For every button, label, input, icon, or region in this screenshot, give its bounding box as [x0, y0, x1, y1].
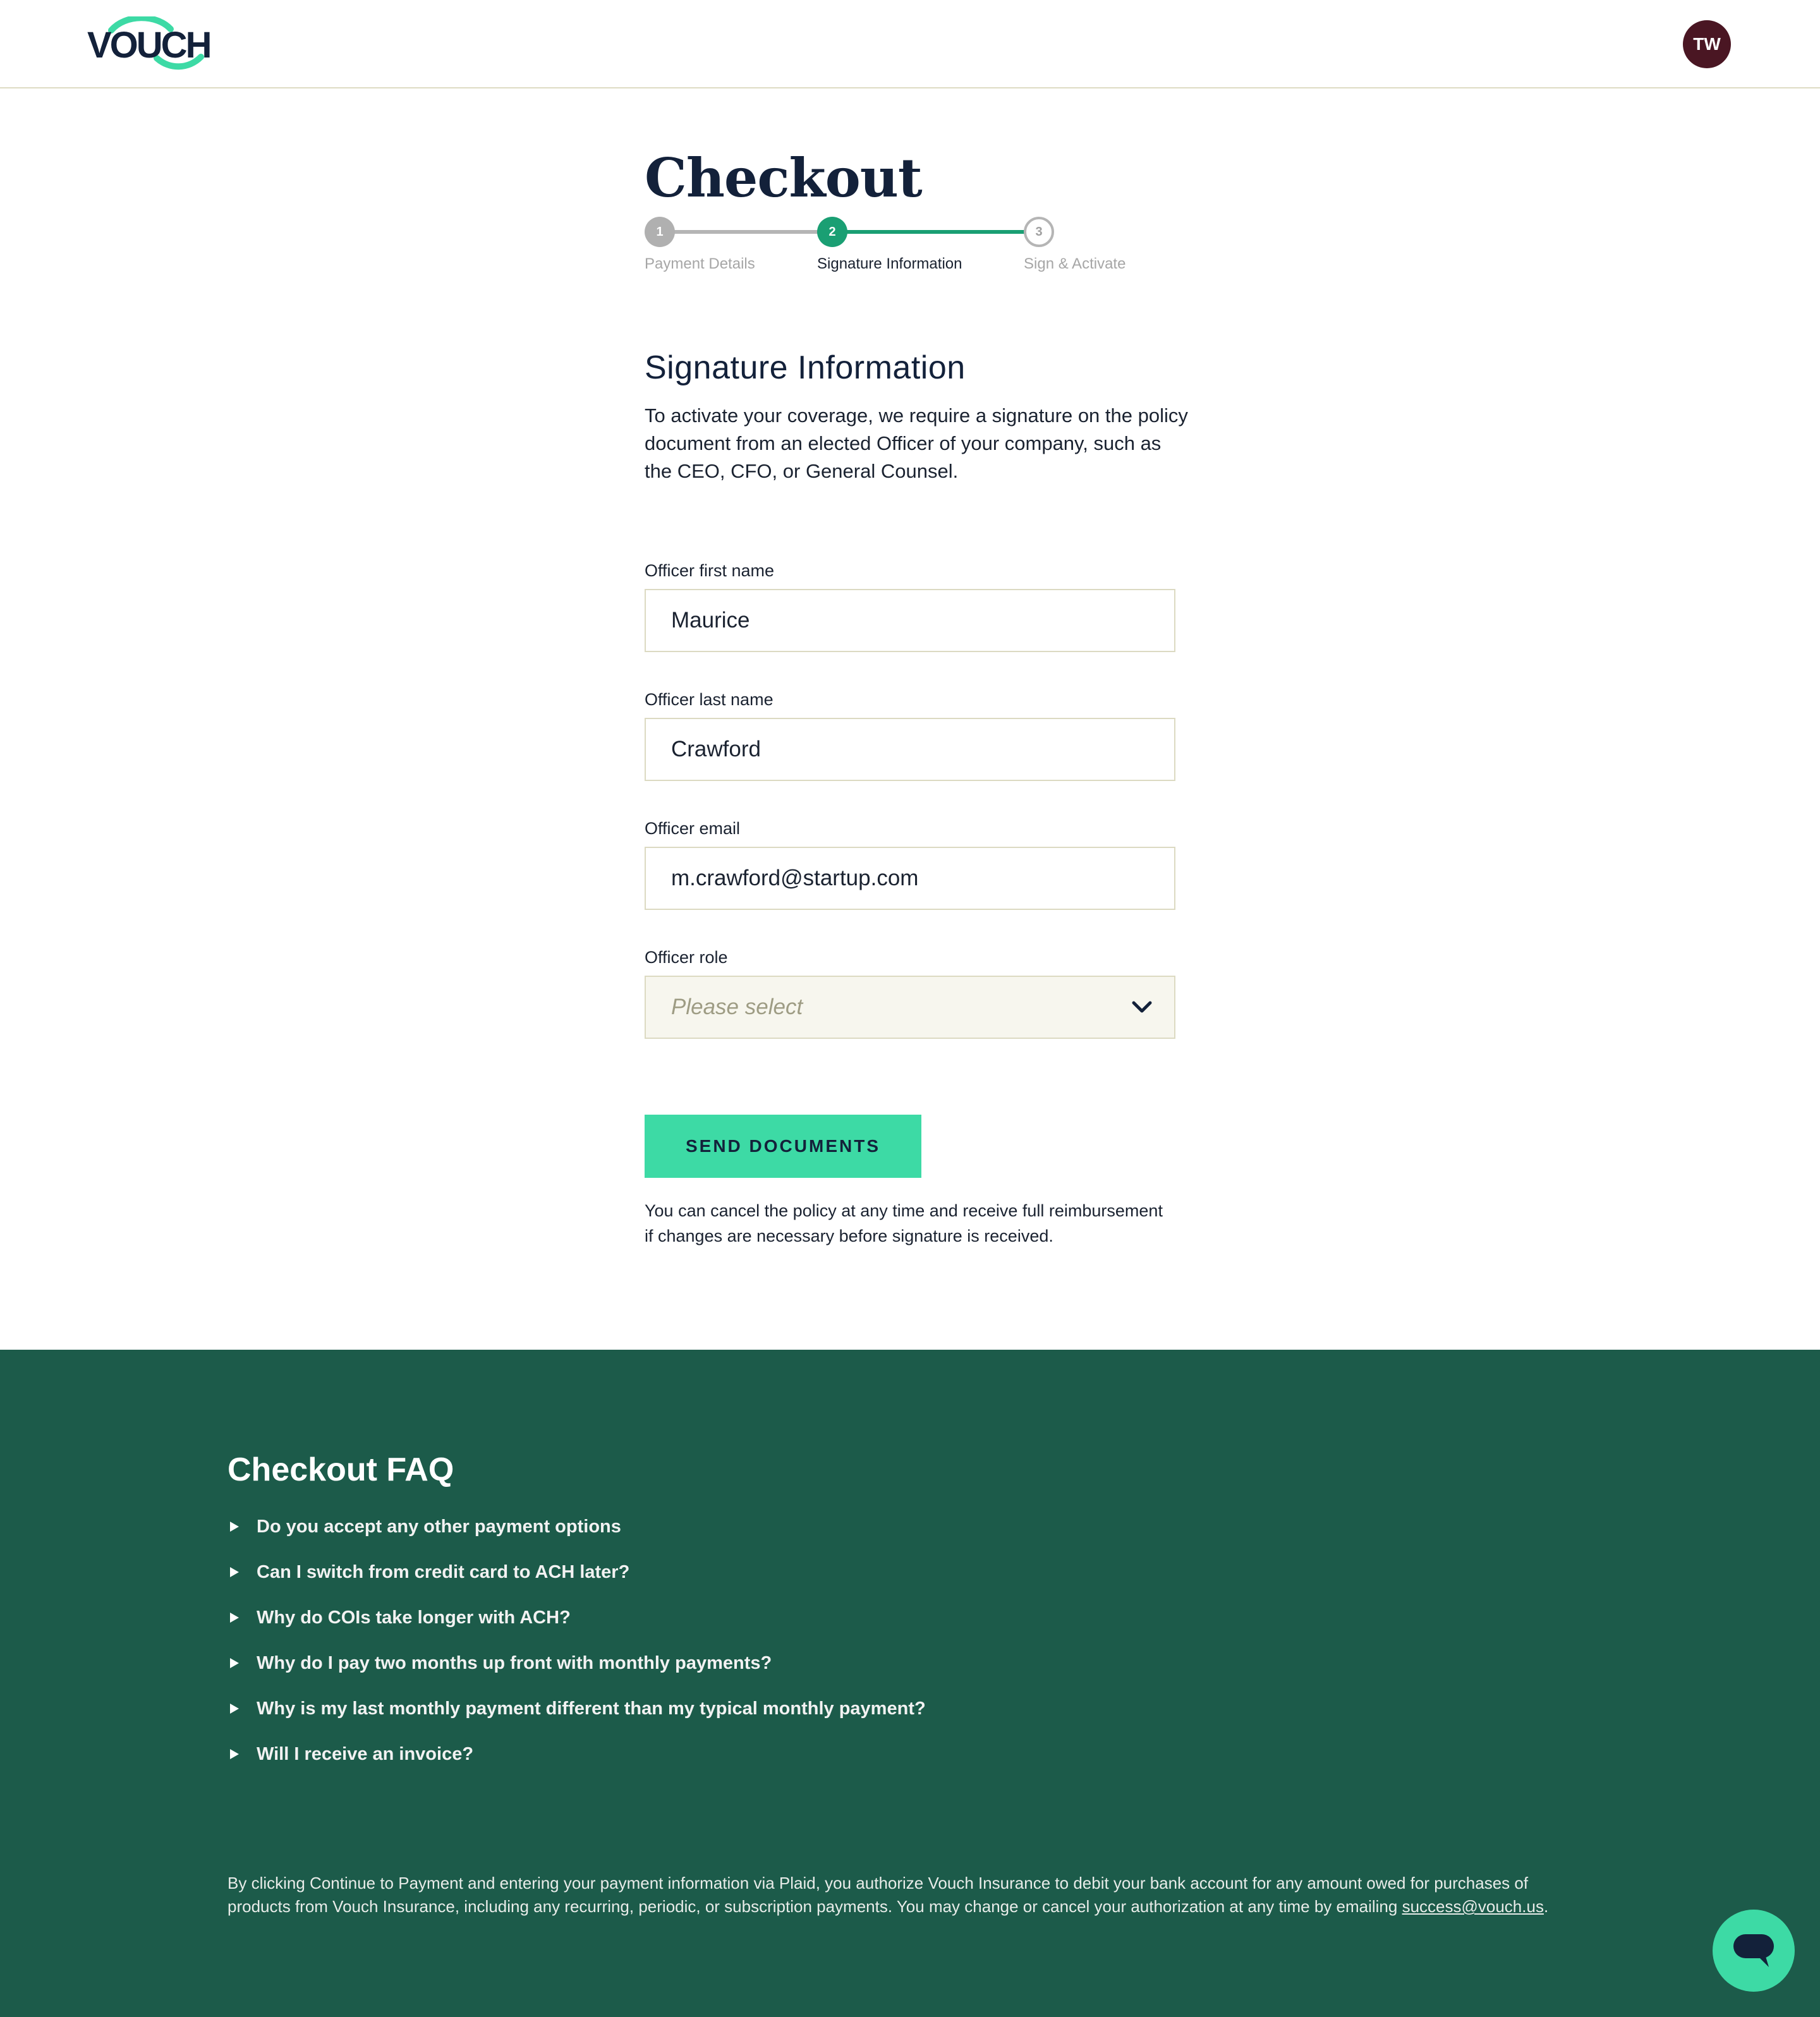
- vouch-logo[interactable]: VOUCH: [87, 16, 214, 71]
- cancel-note: You can cancel the policy at any time an…: [645, 1201, 1163, 1245]
- faq-item[interactable]: Will I receive an invoice?: [228, 1743, 1239, 1768]
- faq-question: Why do COIs take longer with ACH?: [257, 1608, 571, 1628]
- first-name-input[interactable]: [645, 589, 1175, 652]
- step-1-indicator[interactable]: 1: [645, 217, 675, 247]
- faq-item[interactable]: Why is my last monthly payment different…: [228, 1697, 1239, 1723]
- faq-title: Checkout FAQ: [228, 1451, 454, 1488]
- step-3-label: Sign & Activate: [1024, 255, 1126, 272]
- chat-bubble-icon: [1733, 1934, 1774, 1967]
- caret-right-icon: [230, 1749, 239, 1759]
- step-3-indicator: 3: [1024, 217, 1054, 247]
- email-input[interactable]: [645, 847, 1175, 910]
- top-header: VOUCH TW: [0, 0, 1820, 88]
- legal-trailing: .: [1543, 1897, 1549, 1916]
- page-title: Checkout: [645, 147, 923, 209]
- caret-right-icon: [230, 1567, 239, 1577]
- user-avatar[interactable]: TW: [1683, 20, 1731, 68]
- caret-right-icon: [230, 1613, 239, 1623]
- section-title: Signature Information: [645, 349, 966, 386]
- stepper-connector-1: [674, 230, 829, 234]
- caret-right-icon: [230, 1658, 239, 1668]
- role-label: Officer role: [645, 948, 728, 967]
- logo-wordmark: VOUCH: [87, 25, 212, 66]
- last-name-label: Officer last name: [645, 690, 774, 709]
- faq-footer: Checkout FAQ Do you accept any other pay…: [0, 1350, 1820, 2017]
- role-select[interactable]: Please select: [645, 976, 1175, 1039]
- support-email-link[interactable]: success@vouch.us: [1402, 1897, 1544, 1916]
- faq-item[interactable]: Why do COIs take longer with ACH?: [228, 1606, 1239, 1632]
- checkout-stepper: 1 2 3 Payment Details Signature Informat…: [645, 215, 1175, 278]
- faq-item[interactable]: Can I switch from credit card to ACH lat…: [228, 1561, 1239, 1586]
- role-select-placeholder: Please select: [671, 995, 803, 1019]
- stepper-connector-2: [847, 230, 1034, 234]
- caret-right-icon: [230, 1522, 239, 1532]
- step-1-label[interactable]: Payment Details: [645, 255, 755, 273]
- chat-launcher-button[interactable]: [1713, 1910, 1795, 1992]
- step-2-indicator: 2: [817, 217, 847, 247]
- faq-question: Why is my last monthly payment different…: [257, 1699, 926, 1719]
- faq-question: Do you accept any other payment options: [257, 1517, 621, 1537]
- last-name-input[interactable]: [645, 718, 1175, 781]
- faq-question: Can I switch from credit card to ACH lat…: [257, 1562, 630, 1582]
- legal-text: By clicking Continue to Payment and ente…: [228, 1874, 1529, 1916]
- faq-question: Will I receive an invoice?: [257, 1744, 474, 1764]
- caret-right-icon: [230, 1704, 239, 1714]
- faq-question: Why do I pay two months up front with mo…: [257, 1653, 772, 1673]
- step-2-label: Signature Information: [817, 255, 962, 272]
- email-label: Officer email: [645, 819, 741, 838]
- chevron-down-icon: [1132, 1001, 1152, 1013]
- legal-disclaimer: By clicking Continue to Payment and ente…: [228, 1872, 1580, 1918]
- section-description: To activate your coverage, we require a …: [645, 404, 1188, 482]
- faq-item[interactable]: Why do I pay two months up front with mo…: [228, 1652, 1239, 1677]
- send-documents-button[interactable]: SEND DOCUMENTS: [645, 1115, 921, 1178]
- first-name-label: Officer first name: [645, 561, 775, 580]
- faq-item[interactable]: Do you accept any other payment options: [228, 1515, 1239, 1541]
